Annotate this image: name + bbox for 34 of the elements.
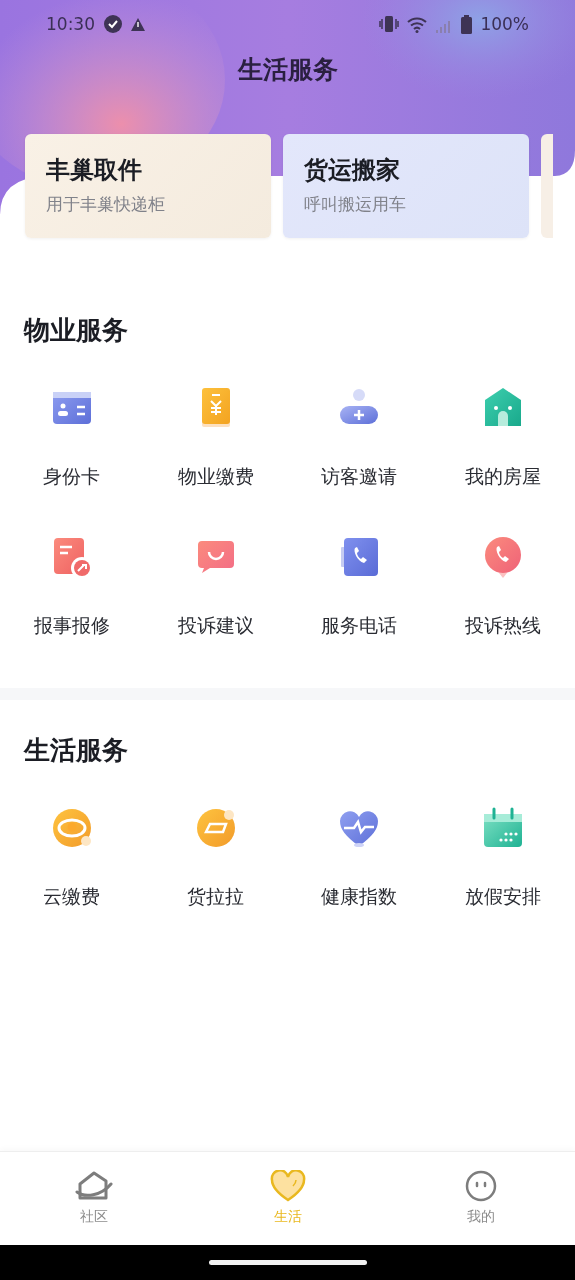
face-icon <box>465 1170 497 1202</box>
wifi-icon <box>407 15 428 33</box>
house-outline-icon <box>75 1170 113 1202</box>
check-circle-icon <box>103 14 123 34</box>
card-title: 丰巢取件 <box>46 155 142 186</box>
service-card[interactable]: 丰巢取件 用于丰巢快递柜 <box>25 134 271 238</box>
tab[interactable]: 社区 <box>62 1170 126 1226</box>
service-label[interactable]: 物业缴费 <box>177 465 254 487</box>
service-label[interactable]: 我的房屋 <box>465 465 542 487</box>
heart-icon <box>269 1170 306 1202</box>
service-label[interactable]: 身份卡 <box>43 465 101 487</box>
card-subtitle: 用于丰巢快递柜 <box>46 193 165 216</box>
warning-icon <box>131 17 145 31</box>
service-label[interactable]: 访客邀请 <box>321 465 398 487</box>
section-title: 物业服务 <box>24 314 128 346</box>
status-time: 10:30 <box>46 14 95 34</box>
tab[interactable]: 我的 <box>449 1170 513 1226</box>
battery-level: 100% <box>480 14 529 34</box>
section-title: 生活服务 <box>24 734 128 766</box>
service-label[interactable]: 货拉拉 <box>187 885 245 907</box>
service-label[interactable]: 健康指数 <box>321 885 398 907</box>
service-label[interactable]: 投诉热线 <box>465 614 542 636</box>
service-label[interactable]: 投诉建议 <box>177 614 254 636</box>
card-subtitle: 呼叫搬运用车 <box>304 193 406 216</box>
vibrate-icon <box>379 15 400 33</box>
page-title: 生活服务 <box>236 54 339 86</box>
service-label[interactable]: 放假安排 <box>465 885 542 907</box>
service-label[interactable]: 云缴费 <box>43 885 101 907</box>
service-label[interactable]: 报事报修 <box>33 614 110 636</box>
service-card[interactable]: 货运搬家 呼叫搬运用车 <box>283 134 529 238</box>
home-indicator[interactable] <box>208 1260 367 1265</box>
card-title: 货运搬家 <box>304 155 400 186</box>
battery-icon <box>461 14 473 34</box>
service-label[interactable]: 服务电话 <box>321 614 398 636</box>
